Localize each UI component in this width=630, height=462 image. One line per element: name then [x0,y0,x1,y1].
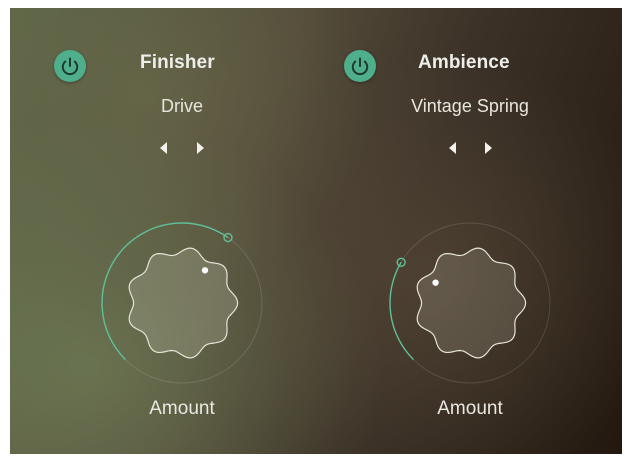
ambience-prev-preset-button[interactable] [445,139,461,157]
finisher-amount-knob[interactable] [92,213,272,393]
finisher-prev-preset-button[interactable] [156,139,172,157]
finisher-title: Finisher [140,52,215,73]
finisher-amount-label: Amount [149,398,215,419]
finisher-power-button[interactable] [54,50,86,82]
knob-value-arc [389,261,414,361]
ambience-preset-name: Vintage Spring [411,96,529,116]
finisher-next-preset-button[interactable] [192,139,208,157]
knob-pointer-dot [432,279,439,286]
knob-body [416,247,527,359]
finisher-preset-name: Drive [160,96,203,116]
knob-pointer-dot [201,267,209,274]
finisher-module: Finisher Drive Amount [10,8,316,454]
arrow-right-icon [485,142,492,154]
power-icon [61,57,79,76]
knob-body [128,247,239,359]
power-icon [351,57,369,76]
arrow-left-icon [160,142,167,154]
ambience-power-button[interactable] [344,50,376,82]
ambience-title: Ambience [418,52,510,73]
arrow-left-icon [449,142,456,154]
effects-panel: Finisher Drive Amount Ambience Vintage S… [10,8,622,454]
ambience-amount-label: Amount [437,398,503,419]
arrow-right-icon [197,142,204,154]
ambience-next-preset-button[interactable] [480,139,496,157]
ambience-module: Ambience Vintage Spring Amount [300,8,606,454]
ambience-amount-knob[interactable] [380,213,560,393]
